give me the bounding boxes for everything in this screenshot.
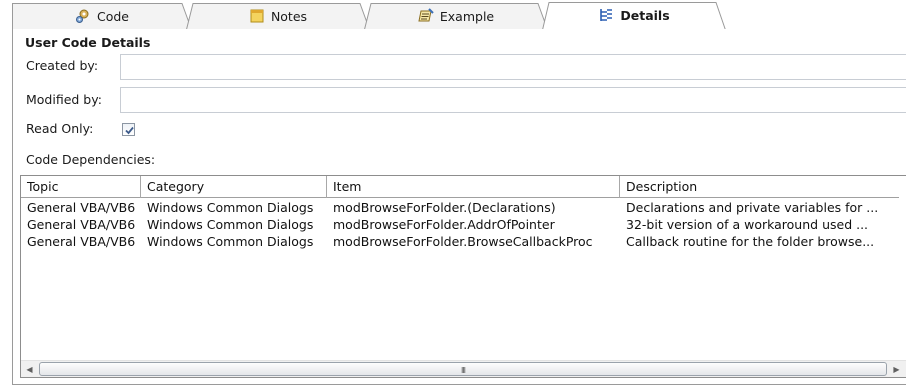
cell-description: Callback routine for the folder browse..…: [626, 234, 875, 249]
cell-category: Windows Common Dialogs: [147, 234, 314, 249]
dependencies-grid[interactable]: Topic Category Item Description General …: [20, 175, 906, 378]
created-by-label: Created by:: [26, 58, 99, 73]
chevron-left-icon: ◀: [26, 364, 33, 374]
table-row[interactable]: General VBA/VB6 Windows Common Dialogs m…: [21, 233, 899, 250]
details-icon: [598, 7, 614, 23]
scroll-right-button[interactable]: ▶: [888, 361, 905, 377]
cell-description: 32-bit version of a workaround used ...: [626, 217, 869, 232]
read-only-checkbox[interactable]: [122, 123, 135, 136]
cell-item: modBrowseForFolder.AddrOfPointer: [333, 217, 555, 232]
scroll-thumb[interactable]: III: [39, 362, 887, 376]
column-header-description[interactable]: Description: [620, 176, 899, 198]
cell-topic: General VBA/VB6: [27, 200, 136, 215]
horizontal-scrollbar[interactable]: ◀ III ▶: [21, 360, 906, 377]
tab-example[interactable]: Example: [364, 3, 548, 30]
code-icon: [75, 8, 91, 24]
grid-body: General VBA/VB6 Windows Common Dialogs m…: [21, 199, 899, 250]
example-icon: [418, 8, 434, 24]
details-panel: User Code Details Created by: Modified b…: [12, 29, 906, 385]
tab-code[interactable]: Code: [12, 3, 192, 30]
created-by-field[interactable]: [120, 54, 906, 80]
tab-notes-label: Notes: [270, 8, 308, 24]
table-row[interactable]: General VBA/VB6 Windows Common Dialogs m…: [21, 199, 899, 216]
column-header-category[interactable]: Category: [141, 176, 327, 198]
modified-by-label: Modified by:: [26, 92, 102, 107]
tab-code-label: Code: [96, 8, 129, 24]
modified-by-field[interactable]: [120, 87, 906, 113]
column-header-topic[interactable]: Topic: [21, 176, 141, 198]
tab-example-label: Example: [439, 8, 495, 24]
scroll-left-button[interactable]: ◀: [21, 361, 38, 377]
cell-category: Windows Common Dialogs: [147, 217, 314, 232]
notes-icon: [249, 8, 265, 24]
scroll-grip-icon: III: [460, 366, 466, 375]
chevron-right-icon: ▶: [893, 364, 900, 374]
cell-item: modBrowseForFolder.(Declarations): [333, 200, 556, 215]
cell-topic: General VBA/VB6: [27, 234, 136, 249]
code-dependencies-label: Code Dependencies:: [26, 152, 156, 167]
tab-details[interactable]: Details: [542, 2, 726, 30]
cell-item: modBrowseForFolder.BrowseCallbackProc: [333, 234, 593, 249]
tab-details-label: Details: [620, 7, 670, 23]
cell-category: Windows Common Dialogs: [147, 200, 314, 215]
checkmark-icon: [125, 126, 134, 135]
read-only-label: Read Only:: [26, 121, 94, 136]
table-row[interactable]: General VBA/VB6 Windows Common Dialogs m…: [21, 216, 899, 233]
cell-description: Declarations and private variables for .…: [626, 200, 879, 215]
cell-topic: General VBA/VB6: [27, 217, 136, 232]
grid-header: Topic Category Item Description: [21, 176, 899, 198]
tab-strip: Code Notes Example Details: [0, 0, 906, 30]
column-header-item[interactable]: Item: [327, 176, 620, 198]
section-title: User Code Details: [25, 35, 151, 50]
tab-notes[interactable]: Notes: [186, 3, 370, 30]
